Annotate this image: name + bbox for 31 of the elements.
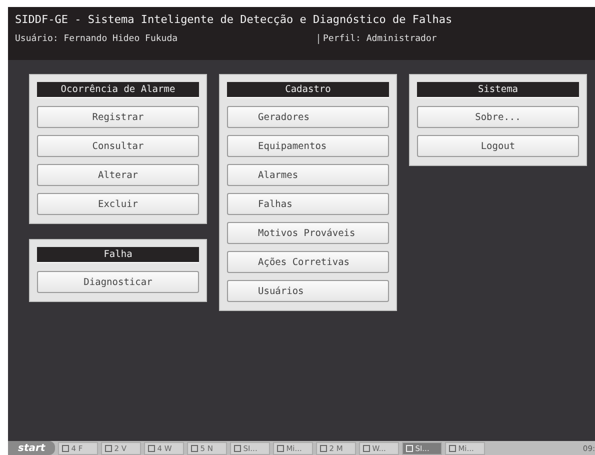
menu-button[interactable]: Diagnosticar [37, 271, 199, 293]
panel-title: Ocorrência de Alarme [37, 82, 199, 98]
panel-title: Falha [37, 247, 199, 263]
panel-title: Cadastro [227, 82, 389, 98]
menu-button[interactable]: Registrar [37, 106, 199, 128]
window-icon [148, 444, 156, 452]
user-name: Usuário: Fernando Hideo Fukuda [15, 34, 179, 44]
window-icon [363, 444, 370, 452]
window-icon [105, 444, 112, 452]
user-profile: Perfil: Administrador [318, 34, 437, 44]
menu-button[interactable]: Consultar [37, 135, 199, 157]
menu-button[interactable]: Equipamentos [227, 135, 389, 157]
menu-button[interactable]: Sobre... [417, 106, 579, 128]
window-title: SIDDF-GE - Sistema Inteligente de Detecção e Diagnóstico de Falhas [15, 13, 454, 26]
menu-button[interactable]: Usuários [227, 280, 389, 302]
menu-button[interactable]: Alterar [37, 164, 199, 186]
window-icon [62, 444, 70, 452]
menu-button[interactable]: Motivos Prováveis [227, 222, 389, 244]
window-icon [234, 444, 242, 452]
menu-button[interactable]: Ações Corretivas [227, 251, 389, 273]
panel-title: Sistema [417, 82, 579, 98]
window-icon [191, 444, 198, 452]
window-icon [320, 444, 328, 452]
menu-button[interactable]: Geradores [227, 106, 389, 128]
menu-button[interactable]: Logout [417, 135, 579, 157]
window-icon [449, 444, 456, 452]
menu-button[interactable]: Excluir [37, 193, 199, 215]
menu-button[interactable]: Alarmes [227, 164, 389, 186]
menu-button[interactable]: Falhas [227, 193, 389, 215]
window-icon [277, 444, 284, 452]
window-icon [406, 444, 414, 452]
